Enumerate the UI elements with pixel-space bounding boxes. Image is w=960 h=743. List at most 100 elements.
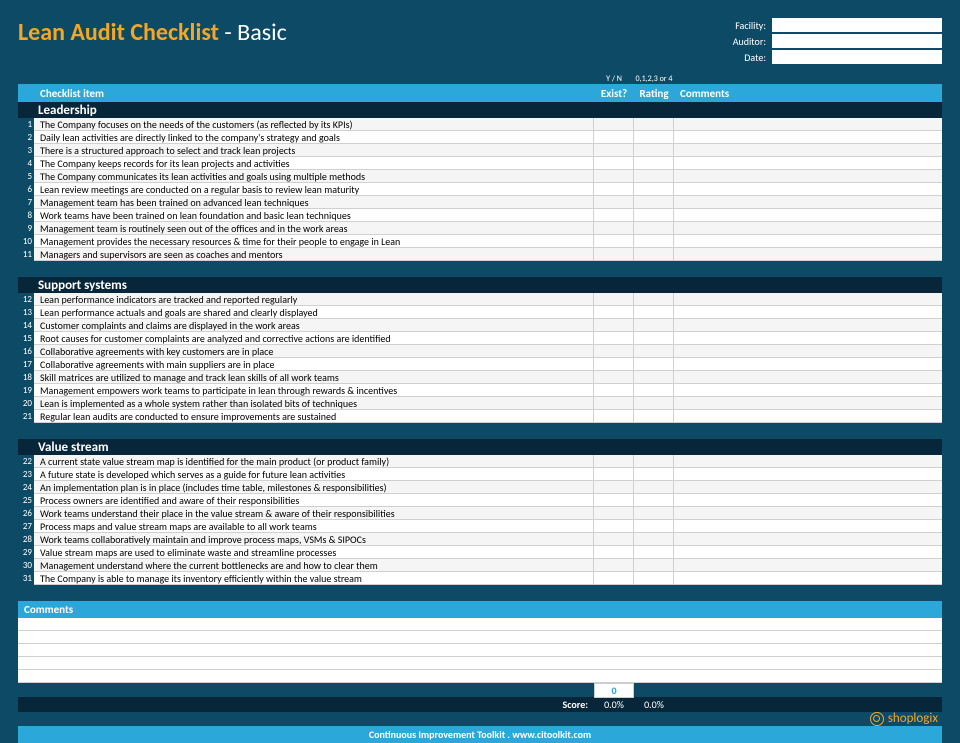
row-rating-cell[interactable]	[634, 481, 674, 494]
row-rating-cell[interactable]	[634, 235, 674, 248]
row-rating-cell[interactable]	[634, 144, 674, 157]
row-comments-cell[interactable]	[674, 118, 942, 131]
row-rating-cell[interactable]	[634, 468, 674, 481]
row-comments-cell[interactable]	[674, 481, 942, 494]
row-rating-cell[interactable]	[634, 410, 674, 423]
row-rating-cell[interactable]	[634, 183, 674, 196]
row-comments-cell[interactable]	[674, 144, 942, 157]
row-rating-cell[interactable]	[634, 520, 674, 533]
row-rating-cell[interactable]	[634, 222, 674, 235]
row-rating-cell[interactable]	[634, 455, 674, 468]
row-rating-cell[interactable]	[634, 196, 674, 209]
row-exist-cell[interactable]	[594, 455, 634, 468]
row-exist-cell[interactable]	[594, 196, 634, 209]
row-exist-cell[interactable]	[594, 248, 634, 261]
row-rating-cell[interactable]	[634, 572, 674, 585]
row-rating-cell[interactable]	[634, 118, 674, 131]
comment-line[interactable]	[18, 618, 942, 631]
row-exist-cell[interactable]	[594, 131, 634, 144]
row-rating-cell[interactable]	[634, 319, 674, 332]
row-comments-cell[interactable]	[674, 170, 942, 183]
row-exist-cell[interactable]	[594, 144, 634, 157]
row-exist-cell[interactable]	[594, 170, 634, 183]
row-comments-cell[interactable]	[674, 533, 942, 546]
row-rating-cell[interactable]	[634, 384, 674, 397]
row-exist-cell[interactable]	[594, 371, 634, 384]
row-rating-cell[interactable]	[634, 397, 674, 410]
row-comments-cell[interactable]	[674, 222, 942, 235]
row-comments-cell[interactable]	[674, 345, 942, 358]
row-comments-cell[interactable]	[674, 384, 942, 397]
row-comments-cell[interactable]	[674, 572, 942, 585]
row-comments-cell[interactable]	[674, 332, 942, 345]
row-exist-cell[interactable]	[594, 306, 634, 319]
row-comments-cell[interactable]	[674, 319, 942, 332]
row-exist-cell[interactable]	[594, 384, 634, 397]
comment-line[interactable]	[18, 670, 942, 683]
comment-line[interactable]	[18, 644, 942, 657]
row-rating-cell[interactable]	[634, 546, 674, 559]
row-rating-cell[interactable]	[634, 209, 674, 222]
row-comments-cell[interactable]	[674, 507, 942, 520]
row-comments-cell[interactable]	[674, 397, 942, 410]
row-rating-cell[interactable]	[634, 371, 674, 384]
row-exist-cell[interactable]	[594, 481, 634, 494]
row-exist-cell[interactable]	[594, 494, 634, 507]
row-rating-cell[interactable]	[634, 358, 674, 371]
comment-line[interactable]	[18, 657, 942, 670]
row-comments-cell[interactable]	[674, 196, 942, 209]
row-comments-cell[interactable]	[674, 235, 942, 248]
row-exist-cell[interactable]	[594, 559, 634, 572]
row-comments-cell[interactable]	[674, 248, 942, 261]
row-exist-cell[interactable]	[594, 520, 634, 533]
row-comments-cell[interactable]	[674, 520, 942, 533]
row-comments-cell[interactable]	[674, 358, 942, 371]
row-rating-cell[interactable]	[634, 293, 674, 306]
row-exist-cell[interactable]	[594, 183, 634, 196]
row-comments-cell[interactable]	[674, 306, 942, 319]
row-comments-cell[interactable]	[674, 183, 942, 196]
row-comments-cell[interactable]	[674, 494, 942, 507]
row-exist-cell[interactable]	[594, 572, 634, 585]
row-exist-cell[interactable]	[594, 345, 634, 358]
row-rating-cell[interactable]	[634, 248, 674, 261]
row-comments-cell[interactable]	[674, 559, 942, 572]
row-exist-cell[interactable]	[594, 546, 634, 559]
date-field[interactable]	[772, 50, 942, 64]
row-comments-cell[interactable]	[674, 546, 942, 559]
row-rating-cell[interactable]	[634, 507, 674, 520]
row-exist-cell[interactable]	[594, 410, 634, 423]
row-rating-cell[interactable]	[634, 533, 674, 546]
row-exist-cell[interactable]	[594, 118, 634, 131]
auditor-field[interactable]	[772, 34, 942, 48]
row-rating-cell[interactable]	[634, 559, 674, 572]
row-exist-cell[interactable]	[594, 533, 634, 546]
row-exist-cell[interactable]	[594, 209, 634, 222]
row-exist-cell[interactable]	[594, 293, 634, 306]
facility-field[interactable]	[772, 18, 942, 32]
row-exist-cell[interactable]	[594, 397, 634, 410]
row-comments-cell[interactable]	[674, 371, 942, 384]
row-exist-cell[interactable]	[594, 157, 634, 170]
row-rating-cell[interactable]	[634, 131, 674, 144]
row-rating-cell[interactable]	[634, 345, 674, 358]
row-comments-cell[interactable]	[674, 209, 942, 222]
row-comments-cell[interactable]	[674, 293, 942, 306]
row-comments-cell[interactable]	[674, 455, 942, 468]
row-rating-cell[interactable]	[634, 494, 674, 507]
row-comments-cell[interactable]	[674, 468, 942, 481]
row-rating-cell[interactable]	[634, 306, 674, 319]
row-exist-cell[interactable]	[594, 468, 634, 481]
row-exist-cell[interactable]	[594, 235, 634, 248]
row-comments-cell[interactable]	[674, 131, 942, 144]
row-rating-cell[interactable]	[634, 170, 674, 183]
row-exist-cell[interactable]	[594, 332, 634, 345]
row-exist-cell[interactable]	[594, 319, 634, 332]
row-comments-cell[interactable]	[674, 157, 942, 170]
row-comments-cell[interactable]	[674, 410, 942, 423]
comment-line[interactable]	[18, 631, 942, 644]
row-exist-cell[interactable]	[594, 222, 634, 235]
row-exist-cell[interactable]	[594, 507, 634, 520]
row-rating-cell[interactable]	[634, 332, 674, 345]
row-exist-cell[interactable]	[594, 358, 634, 371]
